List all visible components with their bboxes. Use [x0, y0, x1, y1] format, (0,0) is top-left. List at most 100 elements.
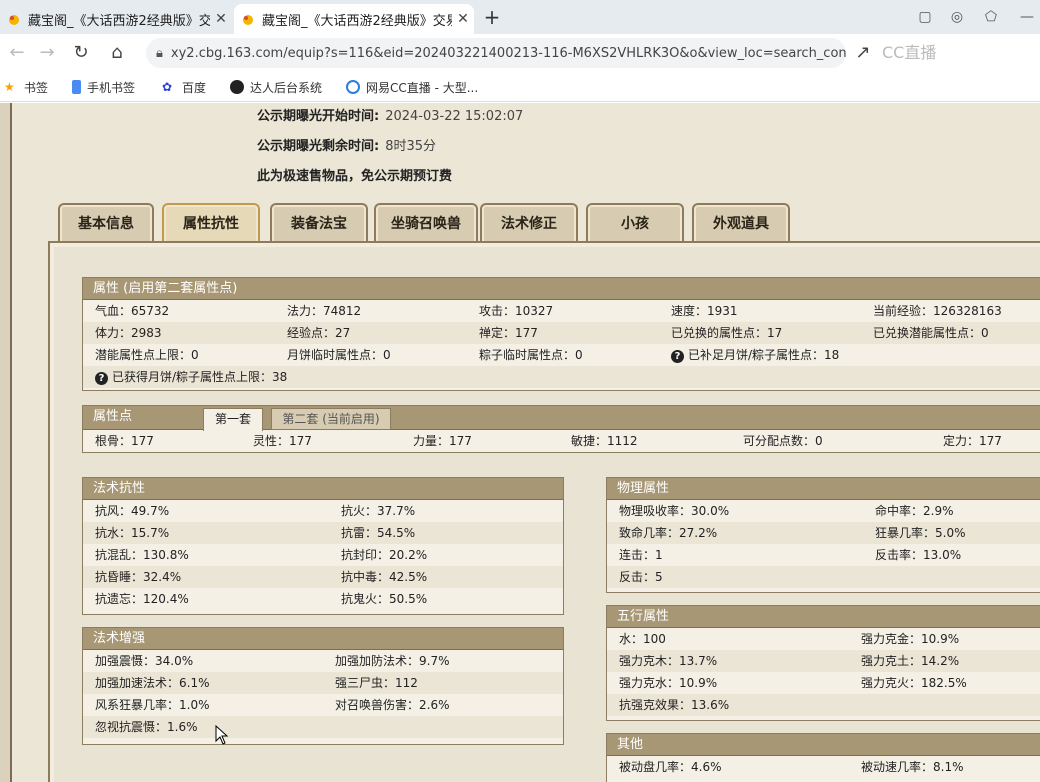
resist-poison: 抗中毒：42.5% [341, 570, 428, 584]
tab-attr-resist[interactable]: 属性抗性 [162, 203, 260, 243]
other-section-title: 其他 [607, 734, 1040, 756]
attr-attack: 攻击：10327 [479, 304, 554, 318]
bookmark-label: 达人后台系统 [250, 80, 323, 95]
forward-button[interactable]: → [34, 40, 60, 66]
element-vs-metal: 强力克金：10.9% [861, 632, 960, 646]
attr-section-title: 属性 (启用第二套属性点) [83, 278, 1040, 300]
bookmark-item[interactable]: 手机书签 [72, 78, 135, 96]
home-button[interactable]: ⌂ [104, 40, 130, 66]
close-tab-icon[interactable]: ✕ [210, 11, 232, 27]
other-passive-plate: 被动盘几率：4.6% [619, 760, 722, 774]
element-vs-water: 强力克水：10.9% [619, 676, 718, 690]
tab-set-2[interactable]: 第二套 (当前启用) [271, 408, 391, 430]
incognito-icon[interactable]: ◎ [946, 6, 968, 28]
resist-ghostfire: 抗鬼火：50.5% [341, 592, 428, 606]
close-tab-icon[interactable]: ✕ [452, 11, 474, 27]
help-icon[interactable]: ? [671, 350, 684, 363]
other-passive-speed: 被动速几率：8.1% [861, 760, 964, 774]
elements-section-title: 五行属性 [607, 606, 1040, 628]
tab-set-1[interactable]: 第一套 [203, 408, 263, 431]
attr-row: 气血：65732 法力：74812 攻击：10327 速度：1931 当前经验：… [83, 300, 1040, 322]
address-bar-row: ← → ↻ ⌂ 🔒︎ xy2.cbg.163.com/equip?s=116&e… [0, 34, 1040, 72]
points-section-title: 属性点 [93, 409, 133, 424]
attr-stamina: 体力：2983 [95, 326, 162, 340]
attr-filled-points-text: 已补足月饼/粽子属性点：18 [688, 348, 840, 362]
tab-basic-info[interactable]: 基本信息 [58, 203, 154, 243]
points-strength: 力量：177 [413, 434, 472, 448]
tab-list-icon[interactable]: ▢ [914, 6, 936, 28]
bookmark-item[interactable]: 网易CC直播 - 大型... [346, 78, 478, 96]
physical-section: 物理属性 物理吸收率：30.0% 命中率：2.9% 致命几率：27.2% 狂暴几率：… [606, 477, 1040, 593]
resist-row: 抗遗忘：120.4% 抗鬼火：50.5% [83, 588, 563, 610]
enhance-row: 风系狂暴几率：1.0% 对召唤兽伤害：2.6% [83, 694, 563, 716]
browser-tab-1[interactable]: 藏宝阁_《大话西游2经典版》交易 ✕ [0, 4, 232, 34]
tab-title: 藏宝阁_《大话西游2经典版》交易 [28, 13, 210, 29]
other-section: 其他 被动盘几率：4.6% 被动速几率：8.1% [606, 733, 1040, 782]
bookmark-label: 网易CC直播 - 大型... [366, 80, 479, 95]
resist-row: 抗昏睡：32.4% 抗中毒：42.5% [83, 566, 563, 588]
tab-child[interactable]: 小孩 [586, 203, 684, 243]
dark-circle-icon [230, 80, 244, 94]
tab-equipment[interactable]: 装备法宝 [270, 203, 368, 243]
element-vs-fire: 强力克火：182.5% [861, 676, 967, 690]
reload-button[interactable]: ↻ [68, 40, 94, 66]
points-agility: 敏捷：1112 [571, 434, 638, 448]
tab-label: 外观道具 [713, 216, 769, 232]
back-button[interactable]: ← [4, 40, 30, 66]
attr-points-limit-text: 已获得月饼/粽子属性点上限：38 [112, 370, 288, 384]
points-spirit: 灵性：177 [253, 434, 312, 448]
enhance-wind-crit: 风系狂暴几率：1.0% [95, 698, 210, 712]
attr-hp: 气血：65732 [95, 304, 170, 318]
browser-tab-2[interactable]: 藏宝阁_《大话西游2经典版》交易 ✕ [234, 4, 474, 34]
resist-fire: 抗火：37.7% [341, 504, 416, 518]
attr-exchanged-points: 已兑换的属性点：17 [671, 326, 783, 340]
elements-row: 水：100 强力克金：10.9% [607, 628, 1040, 650]
enhance-def-spell: 加强加防法术：9.7% [335, 654, 450, 668]
bookmark-item[interactable]: ★ 书签 [4, 78, 48, 96]
physical-hit: 命中率：2.9% [875, 504, 954, 518]
fast-sale-note-text: 此为极速售物品，免公示期预订费 [257, 169, 453, 184]
tab-appearance[interactable]: 外观道具 [692, 203, 790, 243]
web-page: 公示期曝光开始时间: 2024-03-22 15:02:07 公示期曝光剩余时间:… [0, 103, 1040, 782]
attr-mooncake-temp: 月饼临时属性点：0 [287, 348, 391, 362]
other-row: 被动盘几率：4.6% 被动速几率：8.1% [607, 756, 1040, 778]
bookmark-item[interactable]: ✿ 百度 [162, 78, 206, 96]
enhance-sanshi: 强三尸虫：112 [335, 676, 418, 690]
tab-label: 小孩 [621, 216, 649, 232]
attr-points-limit: ? 已获得月饼/粽子属性点上限：38 [95, 366, 287, 388]
game-favicon-icon [9, 15, 19, 25]
tab-set-1-label: 第一套 [214, 412, 251, 426]
attr-section: 属性 (启用第二套属性点) 气血：65732 法力：74812 攻击：10327… [82, 277, 1040, 391]
tab-spell-fix[interactable]: 法术修正 [480, 203, 578, 243]
expose-remain-line: 公示期曝光剩余时间: 8时35分 [257, 135, 436, 154]
element-resist-counter: 抗强克效果：13.6% [619, 698, 730, 712]
bookmark-label: 百度 [182, 80, 207, 95]
attr-row: ? 已获得月饼/粽子属性点上限：38 [83, 366, 1040, 388]
points-section: 属性点 第一套 第二套 (当前启用) 根骨：177 灵性：177 力量：177 … [82, 405, 1040, 453]
enhance-section-title: 法术增强 [83, 628, 563, 650]
resist-water: 抗水：15.7% [95, 526, 170, 540]
help-icon[interactable]: ? [95, 372, 108, 385]
tab-mount-summon[interactable]: 坐骑召唤兽 [374, 203, 478, 243]
tab-title: 藏宝阁_《大话西游2经典版》交易 [262, 13, 452, 29]
expose-remain-value: 8时35分 [385, 139, 437, 154]
extension-icon[interactable]: ⬠ [980, 6, 1002, 28]
share-icon[interactable]: ↗ [850, 40, 876, 66]
physical-crit: 致命几率：27.2% [619, 526, 718, 540]
minimize-icon[interactable]: — [1016, 6, 1038, 28]
elements-section: 五行属性 水：100 强力克金：10.9% 强力克木：13.7% 强力克土：14.2… [606, 605, 1040, 721]
enhance-row: 加强加速法术：6.1% 强三尸虫：112 [83, 672, 563, 694]
bookmark-item[interactable]: 达人后台系统 [230, 78, 322, 96]
enhance-speed-spell: 加强加速法术：6.1% [95, 676, 210, 690]
attr-filled-points: ? 已补足月饼/粽子属性点：18 [671, 344, 839, 366]
expose-start-label: 公示期曝光开始时间: [257, 109, 380, 124]
new-tab-button[interactable]: + [480, 4, 504, 32]
attr-resist-panel: 属性 (启用第二套属性点) 气血：65732 法力：74812 攻击：10327… [48, 241, 1040, 782]
url-field[interactable]: 🔒︎ xy2.cbg.163.com/equip?s=116&eid=20240… [146, 38, 846, 68]
cc-live-icon [346, 80, 360, 94]
physical-counter: 反击：5 [619, 570, 663, 584]
attr-row: 潜能属性点上限：0 月饼临时属性点：0 粽子临时属性点：0 ? 已补足月饼/粽子属… [83, 344, 1040, 366]
baidu-paw-icon: ✿ [162, 80, 173, 94]
bookmarks-bar: ★ 书签 手机书签 ✿ 百度 达人后台系统 网易CC直播 - 大型... [0, 72, 1040, 102]
watermark-logo: CC直播 [882, 40, 1002, 66]
